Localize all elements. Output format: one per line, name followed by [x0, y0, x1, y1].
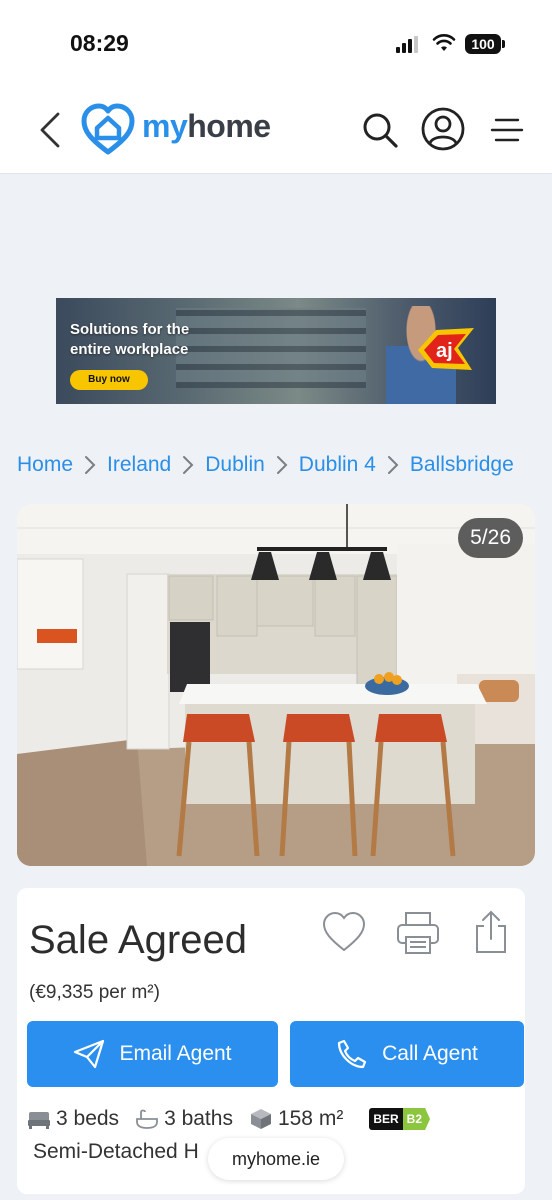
- size-feature: 158 m²: [249, 1107, 343, 1131]
- myhome-logo[interactable]: myhome: [80, 102, 290, 158]
- site-header: myhome: [0, 90, 552, 174]
- breadcrumb: Home Ireland Dublin Dublin 4 Ballsbridge: [17, 450, 552, 480]
- email-agent-label: Email Agent: [119, 1042, 232, 1065]
- aj-logo-icon: aj: [418, 328, 474, 370]
- chevron-right-icon: [183, 456, 194, 474]
- heart-house-logo-icon: [81, 103, 135, 155]
- search-icon[interactable]: [360, 110, 400, 150]
- print-icon[interactable]: [395, 910, 441, 956]
- chevron-right-icon: [276, 456, 288, 474]
- chevron-right-icon: [387, 456, 399, 474]
- photo-counter: 5/26: [458, 518, 523, 558]
- feature-row: 3 beds 3 baths 158 m² BER B2: [27, 1104, 430, 1134]
- cube-icon: [250, 1109, 271, 1129]
- ad-banner[interactable]: ▷i Solutions for the entire workplace Bu…: [56, 298, 496, 404]
- ad-headline: Solutions for the entire workplace: [70, 321, 190, 358]
- call-agent-label: Call Agent: [382, 1042, 478, 1065]
- breadcrumb-home[interactable]: Home: [17, 453, 73, 477]
- user-icon[interactable]: [420, 106, 466, 152]
- ber-badge: BER B2: [369, 1108, 430, 1130]
- property-type: Semi-Detached H: [33, 1140, 199, 1163]
- email-agent-button[interactable]: Email Agent: [27, 1021, 278, 1087]
- property-photo[interactable]: 5/26: [17, 504, 535, 866]
- signal-icon: [396, 36, 420, 53]
- share-icon[interactable]: [473, 908, 509, 956]
- kitchen-photo-image: [17, 504, 535, 866]
- send-icon: [74, 1039, 105, 1069]
- ber-rating: B2: [402, 1108, 430, 1130]
- menu-icon[interactable]: [490, 114, 524, 146]
- back-icon[interactable]: [36, 110, 64, 150]
- logo-home: home: [187, 108, 271, 144]
- baths-feature: 3 baths: [135, 1107, 233, 1131]
- baths-count: 3 baths: [164, 1107, 233, 1130]
- adchoices-icon[interactable]: ▷i: [480, 298, 489, 300]
- ad-brand-text: aj: [436, 340, 453, 362]
- phone-icon: [338, 1039, 367, 1069]
- breadcrumb-ballsbridge[interactable]: Ballsbridge: [410, 453, 514, 477]
- breadcrumb-dublin-4[interactable]: Dublin 4: [299, 453, 376, 477]
- call-agent-button[interactable]: Call Agent: [290, 1021, 524, 1087]
- price-per-sqm: (€9,335 per m²): [29, 982, 160, 1003]
- status-time: 08:29: [70, 30, 129, 56]
- heart-icon[interactable]: [321, 910, 367, 954]
- bath-icon: [136, 1109, 158, 1129]
- logo-my: my: [142, 108, 188, 144]
- battery-level: 100: [465, 34, 501, 54]
- chevron-right-icon: [85, 456, 96, 474]
- status-bar: 08:29 100: [0, 0, 552, 90]
- wifi-icon: [432, 34, 456, 51]
- listing-status: Sale Agreed: [29, 918, 247, 962]
- ad-buy-now-button[interactable]: Buy now: [70, 370, 148, 390]
- logo-wordmark: myhome: [142, 108, 271, 145]
- battery-icon: 100: [465, 34, 505, 54]
- floor-size: 158 m²: [277, 1107, 344, 1130]
- breadcrumb-dublin[interactable]: Dublin: [205, 453, 265, 477]
- beds-feature: 3 beds: [27, 1107, 119, 1131]
- breadcrumb-ireland[interactable]: Ireland: [107, 453, 171, 477]
- bed-icon: [28, 1112, 50, 1129]
- browser-url-pill[interactable]: myhome.ie: [208, 1138, 344, 1180]
- ber-label: BER: [369, 1108, 403, 1130]
- beds-count: 3 beds: [56, 1107, 120, 1130]
